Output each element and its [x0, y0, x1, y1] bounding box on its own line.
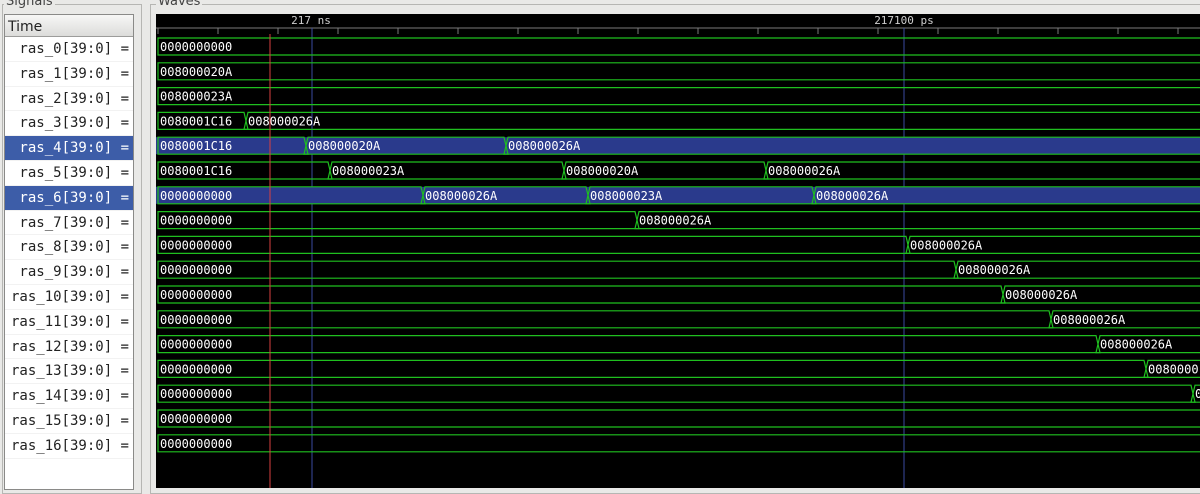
- signal-row-16[interactable]: ras_16[39:0] =: [5, 434, 133, 459]
- trace-value: 008000023A: [590, 189, 663, 203]
- signal-row-9[interactable]: ras_9[39:0] =: [5, 260, 133, 285]
- trace-value: 0080000: [1148, 362, 1199, 376]
- signal-row-14[interactable]: ras_14[39:0] =: [5, 384, 133, 409]
- trace-value: 008000026A: [425, 189, 498, 203]
- trace-value: 0000000000: [160, 40, 232, 54]
- trace-value: 008000026A: [1053, 313, 1126, 327]
- trace-value: 0080001C16: [160, 139, 232, 153]
- signal-row-15[interactable]: ras_15[39:0] =: [5, 409, 133, 434]
- trace-value: 0080001C16: [160, 114, 232, 128]
- trace-value: 008000020A: [308, 139, 381, 153]
- signal-rows: ras_0[39:0] = ras_1[39:0] = ras_2[39:0] = r…: [5, 37, 133, 459]
- trace-value: 0000000000: [160, 214, 232, 228]
- trace-value: 008000026A: [816, 189, 889, 203]
- trace-value: 008000023A: [160, 90, 233, 104]
- trace-value: 008000020A: [566, 164, 639, 178]
- signal-row-10[interactable]: ras_10[39:0] =: [5, 285, 133, 310]
- signals-header-time[interactable]: Time: [5, 15, 133, 37]
- signal-row-7[interactable]: ras_7[39:0] =: [5, 211, 133, 236]
- trace-value: 008000026A: [1005, 288, 1078, 302]
- trace-segment: [157, 335, 1101, 354]
- trace-value: 0000000000: [160, 189, 232, 203]
- trace-value: 0000000000: [160, 313, 232, 327]
- trace-segment: [157, 359, 1149, 378]
- trace-value: 0000000000: [160, 288, 232, 302]
- trace-value: 008000026A: [508, 139, 581, 153]
- signal-row-1[interactable]: ras_1[39:0] =: [5, 62, 133, 87]
- trace-segment: [157, 235, 911, 254]
- trace-segment: [157, 62, 1200, 81]
- time-label-1: 217100 ps: [874, 14, 934, 27]
- signal-row-2[interactable]: ras_2[39:0] =: [5, 87, 133, 112]
- trace-segment: [157, 409, 1200, 428]
- trace-highlight-6: [156, 186, 1200, 204]
- trace-segment: [157, 87, 1200, 106]
- trace-segment: [157, 260, 959, 279]
- signal-row-3[interactable]: ras_3[39:0] =: [5, 111, 133, 137]
- waves-pane-title: Waves: [156, 0, 203, 9]
- signals-pane-title: Signals: [4, 0, 55, 9]
- signal-row-12[interactable]: ras_12[39:0] =: [5, 335, 133, 360]
- trace-value: 008000026A: [910, 238, 983, 252]
- signals-list[interactable]: Time ras_0[39:0] = ras_1[39:0] = ras_2[39:…: [4, 14, 134, 490]
- trace-value: 0000000000: [160, 238, 232, 252]
- trace-value: 008000026A: [248, 114, 321, 128]
- signal-row-6[interactable]: ras_6[39:0] =: [5, 185, 133, 211]
- trace-value: 0000000000: [160, 362, 232, 376]
- trace-segment: [243, 111, 1200, 130]
- trace-value: 0000000000: [160, 412, 232, 426]
- trace-value: 008000026A: [768, 164, 841, 178]
- trace-value: 008000026A: [958, 263, 1031, 277]
- trace-value: 0000000000: [160, 387, 232, 401]
- signal-row-13[interactable]: ras_13[39:0] =: [5, 359, 133, 385]
- trace-segment: [157, 434, 1200, 453]
- trace-value: 0000000000: [160, 437, 232, 451]
- signal-row-5[interactable]: ras_5[39:0] =: [5, 161, 133, 186]
- trace-segment: [157, 310, 1054, 329]
- trace-value: 0080001C16: [160, 164, 232, 178]
- trace-segment: [157, 285, 1006, 304]
- signal-row-4[interactable]: ras_4[39:0] =: [5, 136, 133, 161]
- trace-value: 0: [1195, 387, 1200, 401]
- trace-segment: [634, 211, 1200, 230]
- waves-canvas[interactable]: 217 ns 217100 ps 0000000000 008000020A 00800…: [156, 14, 1200, 488]
- trace-value: 008000023A: [332, 164, 405, 178]
- trace-value: 0000000000: [160, 338, 232, 352]
- time-label-0: 217 ns: [291, 14, 331, 27]
- signal-row-0[interactable]: ras_0[39:0] =: [5, 37, 133, 62]
- trace-value: 0000000000: [160, 263, 232, 277]
- signal-row-8[interactable]: ras_8[39:0] =: [5, 235, 133, 261]
- trace-value: 008000026A: [1100, 338, 1173, 352]
- waves-svg[interactable]: 217 ns 217100 ps 0000000000 008000020A 00800…: [156, 14, 1200, 488]
- trace-value: 008000026A: [639, 214, 712, 228]
- trace-segment: [157, 384, 1196, 403]
- trace-value: 008000020A: [160, 65, 233, 79]
- trace-segment: [157, 37, 1200, 56]
- signal-row-11[interactable]: ras_11[39:0] =: [5, 310, 133, 335]
